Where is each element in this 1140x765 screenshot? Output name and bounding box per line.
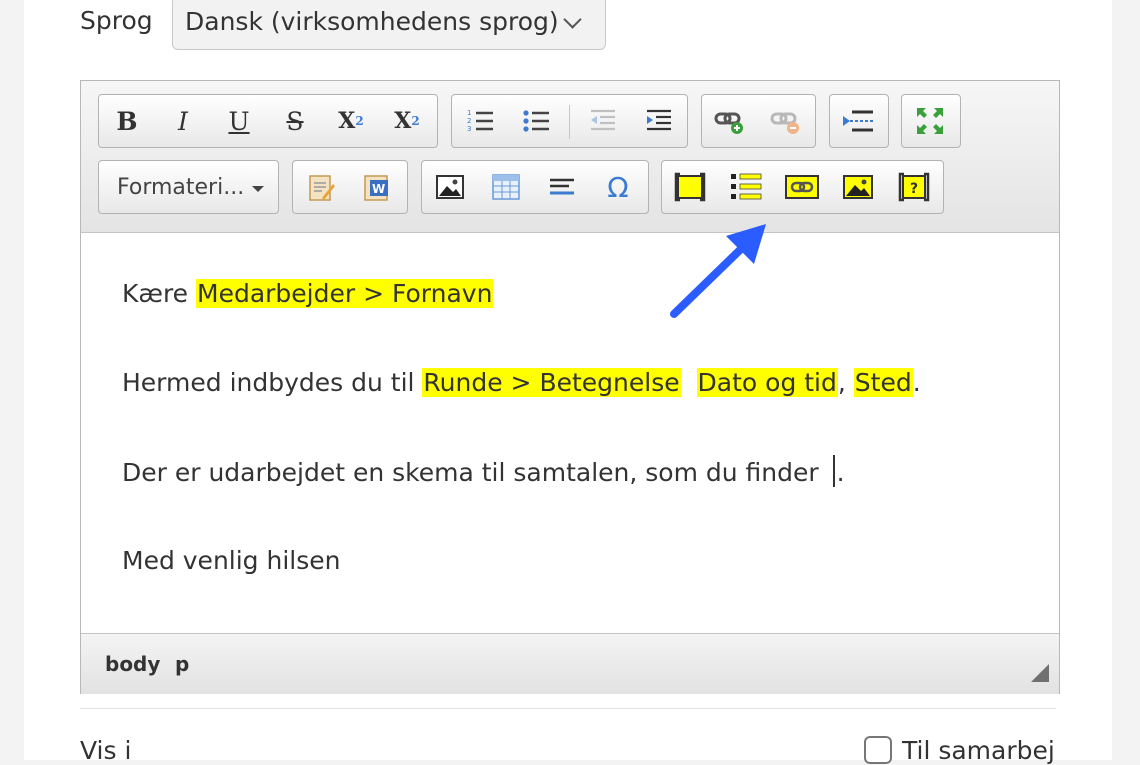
paragraph-text: , [837, 368, 846, 397]
paste-word-icon[interactable]: W [359, 169, 395, 205]
svg-text:2: 2 [467, 117, 471, 125]
language-label: Sprog [80, 6, 153, 35]
paragraph-text: Der er udarbejdet en skema til samtalen,… [122, 458, 827, 487]
subscript-icon[interactable]: X2 [333, 103, 369, 139]
editor-toolbar: B I U S X2 X2 123 Formateri... W Ω ? [81, 81, 1059, 233]
svg-text:1: 1 [467, 109, 471, 117]
paragraph-text: Kære [122, 279, 196, 308]
format-combo-label: Formateri... [117, 175, 245, 200]
svg-text:?: ? [910, 181, 918, 197]
format-combo[interactable]: Formateri... [98, 160, 279, 214]
paragraph-greeting[interactable]: Kære Medarbejder > Fornavn [122, 275, 494, 313]
insert-misc-group [829, 94, 889, 148]
links-group [701, 94, 816, 148]
editor-content[interactable]: Kære Medarbejder > Fornavn Hermed indbyd… [81, 233, 1059, 633]
language-select[interactable]: Dansk (virksomhedens sprog) [172, 0, 606, 50]
merge-field-round-name[interactable]: Runde > Betegnelse [422, 368, 681, 397]
link-icon[interactable] [712, 103, 748, 139]
element-path-body[interactable]: body [105, 652, 160, 676]
paste-group: W [292, 160, 408, 214]
paste-text-icon[interactable] [303, 169, 339, 205]
underline-icon[interactable]: U [221, 103, 257, 139]
merge-field-place[interactable]: Sted [853, 368, 913, 397]
tools-group [901, 94, 961, 148]
indent-icon[interactable] [640, 103, 676, 139]
text-cursor [832, 455, 835, 487]
svg-text:3: 3 [467, 125, 471, 133]
image-icon[interactable] [432, 169, 468, 205]
field-placeholder-icon[interactable] [672, 169, 708, 205]
divider [80, 708, 1056, 709]
resize-handle-icon[interactable] [1031, 664, 1049, 682]
paragraph-closing[interactable]: Med venlig hilsen [122, 542, 340, 580]
insert-group: Ω [421, 160, 649, 214]
special-char-icon[interactable]: Ω [600, 169, 636, 205]
bold-icon[interactable]: B [109, 103, 145, 139]
unlink-icon[interactable] [768, 103, 804, 139]
question-placeholder-icon[interactable]: ? [896, 169, 932, 205]
editor-statusbar: body p [81, 633, 1059, 694]
paragraph-text: . [836, 458, 845, 487]
language-select-value: Dansk (virksomhedens sprog) [185, 7, 559, 36]
italic-icon[interactable]: I [165, 103, 201, 139]
table-icon[interactable] [488, 169, 524, 205]
merge-field-first-name[interactable]: Medarbejder > Fornavn [196, 279, 494, 308]
paragraph-text: Med venlig hilsen [122, 546, 341, 575]
numbered-list-icon[interactable]: 123 [462, 103, 498, 139]
toolbar-separator [569, 105, 570, 139]
horizontal-rule-icon[interactable] [544, 169, 580, 205]
superscript-icon[interactable]: X2 [389, 103, 425, 139]
horizontal-line-icon[interactable] [840, 103, 876, 139]
outdent-icon[interactable] [584, 103, 620, 139]
svg-text:W: W [372, 182, 385, 196]
collaboration-checkbox[interactable] [864, 736, 892, 764]
arrow-annotation-icon [670, 224, 766, 318]
caret-down-icon [252, 186, 264, 192]
paragraph-text: . [912, 368, 921, 397]
element-path-p[interactable]: p [175, 652, 189, 676]
show-in-label: Vis i [80, 736, 132, 765]
maximize-icon[interactable] [912, 103, 948, 139]
chevron-down-icon [563, 10, 582, 29]
list-placeholder-icon[interactable] [728, 169, 764, 205]
paragraph-text: Hermed indbydes du til [122, 368, 423, 397]
link-placeholder-icon[interactable] [784, 169, 820, 205]
strikethrough-icon[interactable]: S [277, 103, 313, 139]
rich-text-editor: B I U S X2 X2 123 Formateri... W Ω ? Kær… [80, 80, 1060, 694]
collaboration-label: Til samarbej [902, 736, 1055, 765]
image-placeholder-icon[interactable] [840, 169, 876, 205]
placeholders-group: ? [661, 160, 944, 214]
paragraph-invitation[interactable]: Hermed indbydes du til Runde > Betegnels… [122, 364, 921, 402]
bulleted-list-icon[interactable] [518, 103, 554, 139]
lists-group: 123 [451, 94, 688, 148]
paragraph-form-note[interactable]: Der er udarbejdet en skema til samtalen,… [122, 454, 845, 492]
merge-field-date-time[interactable]: Dato og tid [696, 368, 838, 397]
basic-styles-group: B I U S X2 X2 [98, 94, 438, 148]
